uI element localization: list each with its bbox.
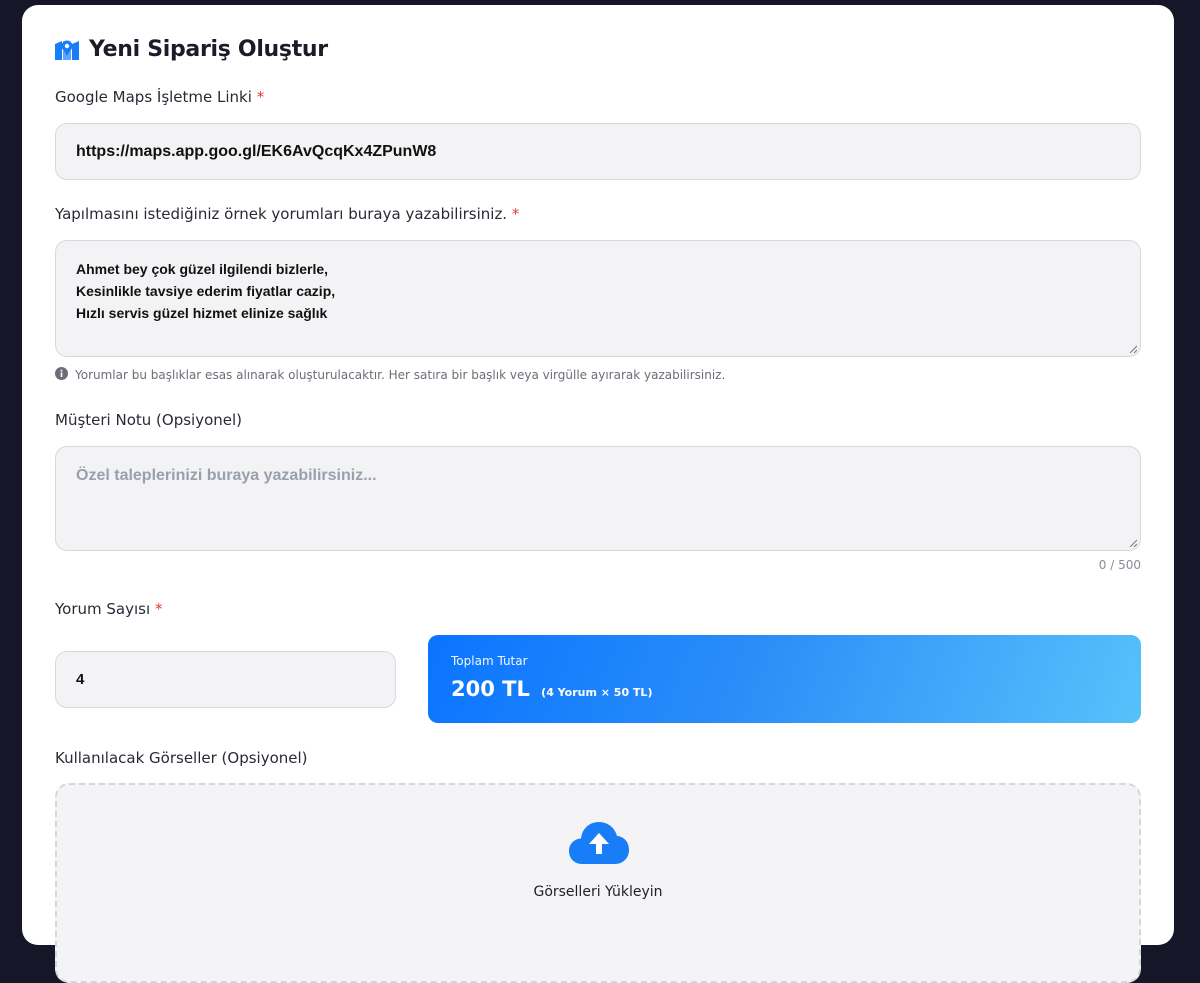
review-count-label: Yorum Sayısı *	[55, 600, 162, 618]
info-icon	[55, 367, 68, 383]
page-title: Yeni Sipariş Oluştur	[89, 37, 328, 62]
required-mark: *	[154, 600, 163, 618]
required-mark: *	[256, 88, 265, 106]
image-upload-dropzone[interactable]: Görselleri Yükleyin	[55, 783, 1141, 983]
sample-reviews-textarea[interactable]: Ahmet bey çok güzel ilgilendi bizlerle, …	[55, 240, 1141, 357]
maps-link-label-text: Google Maps İşletme Linki	[55, 88, 252, 106]
review-line: Kesinlikle tavsiye ederim fiyatlar cazip…	[76, 283, 336, 299]
sample-reviews-label: Yapılmasını istediğiniz örnek yorumları …	[55, 205, 519, 223]
maps-link-input[interactable]: https://maps.app.goo.gl/EK6AvQcqKx4ZPunW…	[55, 123, 1141, 180]
review-line: Ahmet bey çok güzel ilgilendi bizlerle,	[76, 261, 329, 277]
customer-note-textarea[interactable]: Özel taleplerinizi buraya yazabilirsiniz…	[55, 446, 1141, 551]
total-amount-value: 200 TL	[451, 677, 530, 701]
upload-title: Görselleri Yükleyin	[533, 884, 663, 900]
total-amount-detail: (4 Yorum × 50 TL)	[541, 686, 653, 699]
page-header: Yeni Sipariş Oluştur	[54, 37, 328, 62]
review-line: Hızlı servis güzel hizmet elinize sağlık	[76, 305, 328, 321]
sample-reviews-label-text: Yapılmasını istediğiniz örnek yorumları …	[55, 205, 508, 223]
maps-link-label: Google Maps İşletme Linki *	[55, 88, 264, 106]
map-icon	[54, 38, 80, 62]
required-mark: *	[511, 205, 520, 223]
order-form-card: Yeni Sipariş Oluştur Google Maps İşletme…	[22, 5, 1174, 983]
total-label: Toplam Tutar	[451, 654, 528, 668]
resize-handle-icon[interactable]	[1129, 539, 1137, 547]
cloud-upload-icon	[568, 820, 630, 870]
review-count-input[interactable]: 4	[55, 651, 396, 708]
customer-note-placeholder: Özel taleplerinizi buraya yazabilirsiniz…	[76, 467, 377, 484]
resize-handle-icon[interactable]	[1129, 345, 1137, 353]
total-amount-panel: Toplam Tutar 200 TL (4 Yorum × 50 TL)	[428, 635, 1141, 723]
total-amount: 200 TL (4 Yorum × 50 TL)	[451, 677, 652, 701]
character-counter: 0 / 500	[1098, 558, 1141, 572]
review-count-value: 4	[76, 671, 85, 688]
hint-text: Yorumlar bu başlıklar esas alınarak oluş…	[75, 368, 726, 382]
images-label: Kullanılacak Görseller (Opsiyonel)	[55, 749, 308, 767]
maps-link-value: https://maps.app.goo.gl/EK6AvQcqKx4ZPunW…	[76, 143, 437, 160]
customer-note-label: Müşteri Notu (Opsiyonel)	[55, 411, 243, 429]
sample-reviews-hint: Yorumlar bu başlıklar esas alınarak oluş…	[55, 367, 725, 383]
review-count-label-text: Yorum Sayısı	[55, 600, 151, 618]
